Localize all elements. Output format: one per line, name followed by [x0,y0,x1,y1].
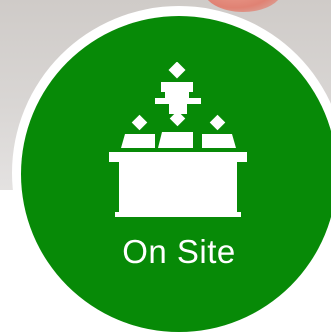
badge-label: On Site [122,233,236,270]
conference-podium-icon [109,62,247,217]
